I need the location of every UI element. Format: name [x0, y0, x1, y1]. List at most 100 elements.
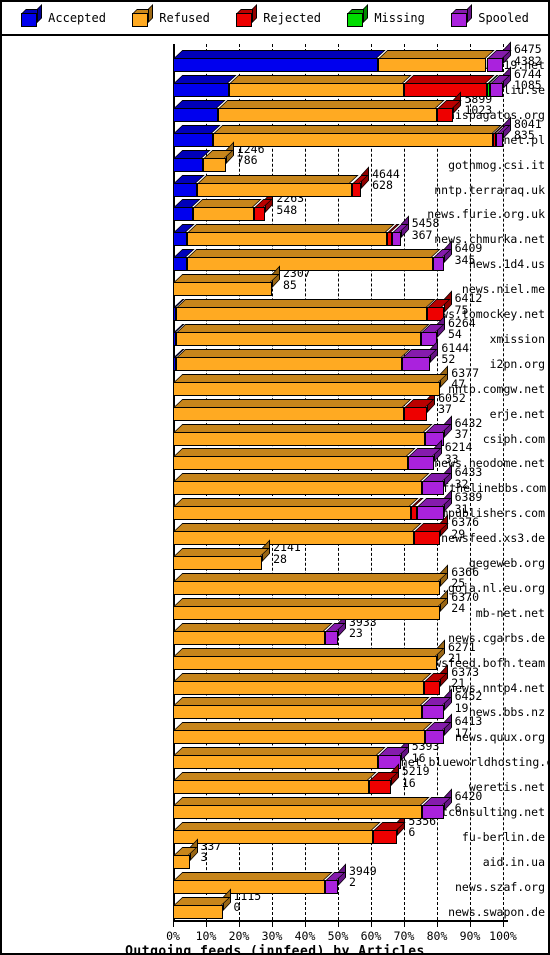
bar-value-label: 5356 6	[408, 815, 436, 840]
bar-value-label: 337 3	[201, 840, 222, 864]
legend-item-label: Missing	[374, 11, 425, 25]
category-label: aid.in.ua	[482, 854, 545, 869]
bar-segment-refused	[173, 539, 271, 570]
bar-value-secondary: 0	[233, 900, 241, 915]
bar-value-label: 6412 75	[455, 292, 483, 316]
x-tick-mark	[437, 922, 438, 927]
bar-segment-accepted	[173, 299, 185, 321]
bar-value-label: 2263 548	[276, 193, 304, 216]
x-tick-label: 90%	[459, 929, 481, 943]
bar-segment-refused	[186, 249, 441, 272]
legend-item-accepted: Accepted	[21, 4, 106, 27]
bar-segment-refused	[173, 423, 433, 446]
x-tick-mark	[173, 922, 174, 927]
bar-value-label: 6433 32	[455, 467, 483, 490]
bar-segment-refused	[173, 498, 419, 521]
bar-segment-accepted	[173, 348, 185, 371]
bar-value-secondary: 23	[349, 626, 363, 641]
bar-segment-spooled	[324, 614, 346, 645]
bar-value-secondary: 6	[408, 825, 416, 840]
bar-value-secondary: 628	[372, 178, 393, 192]
bar-value-label: 2141 28	[273, 541, 301, 566]
x-tick-label: 70%	[393, 929, 415, 943]
x-tick-mark	[503, 922, 504, 927]
bar-segment-refused	[173, 398, 412, 421]
bar-value-secondary: 786	[236, 153, 258, 168]
bar-value-label: 2307 85	[283, 268, 311, 291]
bar-value-secondary: 54	[448, 327, 462, 342]
x-tick-mark	[470, 922, 471, 927]
bar-value-label: 5899 1023	[465, 93, 493, 117]
bar-value-secondary: 31	[454, 501, 469, 516]
bar-value-label: 3933 23	[349, 616, 377, 641]
bar-value-label: 6409 345	[455, 243, 483, 266]
bar-segment-refused	[173, 747, 386, 770]
bar-value-label: 6420 6	[454, 790, 483, 815]
bar-segment-accepted	[173, 74, 237, 97]
x-tick-label: 40%	[294, 929, 316, 943]
bar-value-secondary: 16	[411, 750, 426, 765]
bar-segment-accepted	[173, 323, 185, 346]
bar-value-label: 5219 16	[402, 766, 430, 789]
bar-value-label: 6264 54	[448, 317, 476, 342]
category-label: news.szaf.org	[454, 879, 545, 894]
bar-segment-refused	[173, 722, 433, 745]
bar-segment-refused	[186, 224, 395, 247]
bar-segment-spooled	[391, 215, 409, 247]
bar-segment-refused	[173, 265, 280, 297]
bar-segment-accepted	[173, 174, 206, 197]
x-tick-label: 10%	[195, 929, 217, 943]
bar-segment-spooled	[421, 788, 452, 819]
bar-value-secondary: 548	[276, 202, 298, 217]
bar-segment-refused	[197, 174, 360, 197]
plot-area: alt119.netnyheter.lysator.liu.senews.his…	[2, 36, 548, 953]
bar-segment-rejected	[254, 190, 274, 222]
bar-value-secondary: 16	[401, 775, 416, 790]
x-tick-label: 0%	[166, 929, 180, 943]
bar-value-label: 8041 835	[514, 118, 542, 142]
bar-segment-spooled	[421, 464, 452, 496]
bar-segment-refused	[377, 50, 495, 72]
legend-item-rejected: Rejected	[236, 4, 321, 27]
bar-segment-refused	[203, 141, 234, 172]
bar-value-label: 6052 37	[438, 392, 466, 416]
bar-segment-accepted	[173, 149, 211, 172]
bar-value-secondary: 1085	[514, 78, 542, 93]
bar-segment-spooled	[421, 688, 452, 720]
bar-segment-rejected	[413, 514, 449, 546]
bar-segment-missing	[486, 74, 499, 97]
legend-item-spooled: Spooled	[451, 4, 529, 27]
bar-value-secondary: 24	[451, 601, 466, 616]
bar-segment-refused	[173, 871, 333, 894]
value-axis	[173, 920, 508, 922]
bar-value-secondary: 28	[273, 551, 287, 566]
bar-segment-refused	[175, 299, 435, 321]
bar-value-label: 1115 0	[233, 890, 262, 915]
bar-segment-rejected	[411, 498, 425, 521]
bar-value-label: 6144 52	[441, 342, 469, 367]
bar-value-secondary: 6	[454, 800, 462, 815]
bar-segment-spooled	[424, 713, 452, 745]
bar-segment-spooled	[486, 41, 511, 72]
bar-value-label: 6413 17	[455, 716, 483, 739]
bar-value-secondary: 33	[444, 451, 459, 466]
x-tick-mark	[404, 922, 405, 927]
bar-value-label: 6366 25	[451, 566, 479, 590]
bar-value-secondary: 47	[451, 377, 466, 392]
bar-value-label: 6475 4382	[514, 43, 542, 67]
bar-value-label: 6370 24	[451, 591, 479, 616]
bar-value-secondary: 85	[283, 277, 297, 292]
legend-item-label: Spooled	[478, 11, 529, 25]
bar-segment-refused	[173, 639, 445, 670]
bar-segment-refused	[173, 622, 333, 645]
bar-value-secondary: 32	[454, 476, 469, 491]
bar-segment-accepted	[173, 224, 195, 247]
chart-title: Outgoing feeds (innfeed) by Articles	[125, 944, 425, 955]
bar-value-secondary: 37	[454, 427, 469, 441]
x-tick-label: 100%	[489, 929, 517, 943]
bar-segment-refused	[173, 797, 430, 819]
bar-value-secondary: 52	[441, 352, 456, 367]
bar-value-secondary: 19	[454, 700, 469, 715]
bar-value-label: 6389 31	[455, 492, 483, 515]
legend-item-refused: Refused	[132, 4, 210, 27]
